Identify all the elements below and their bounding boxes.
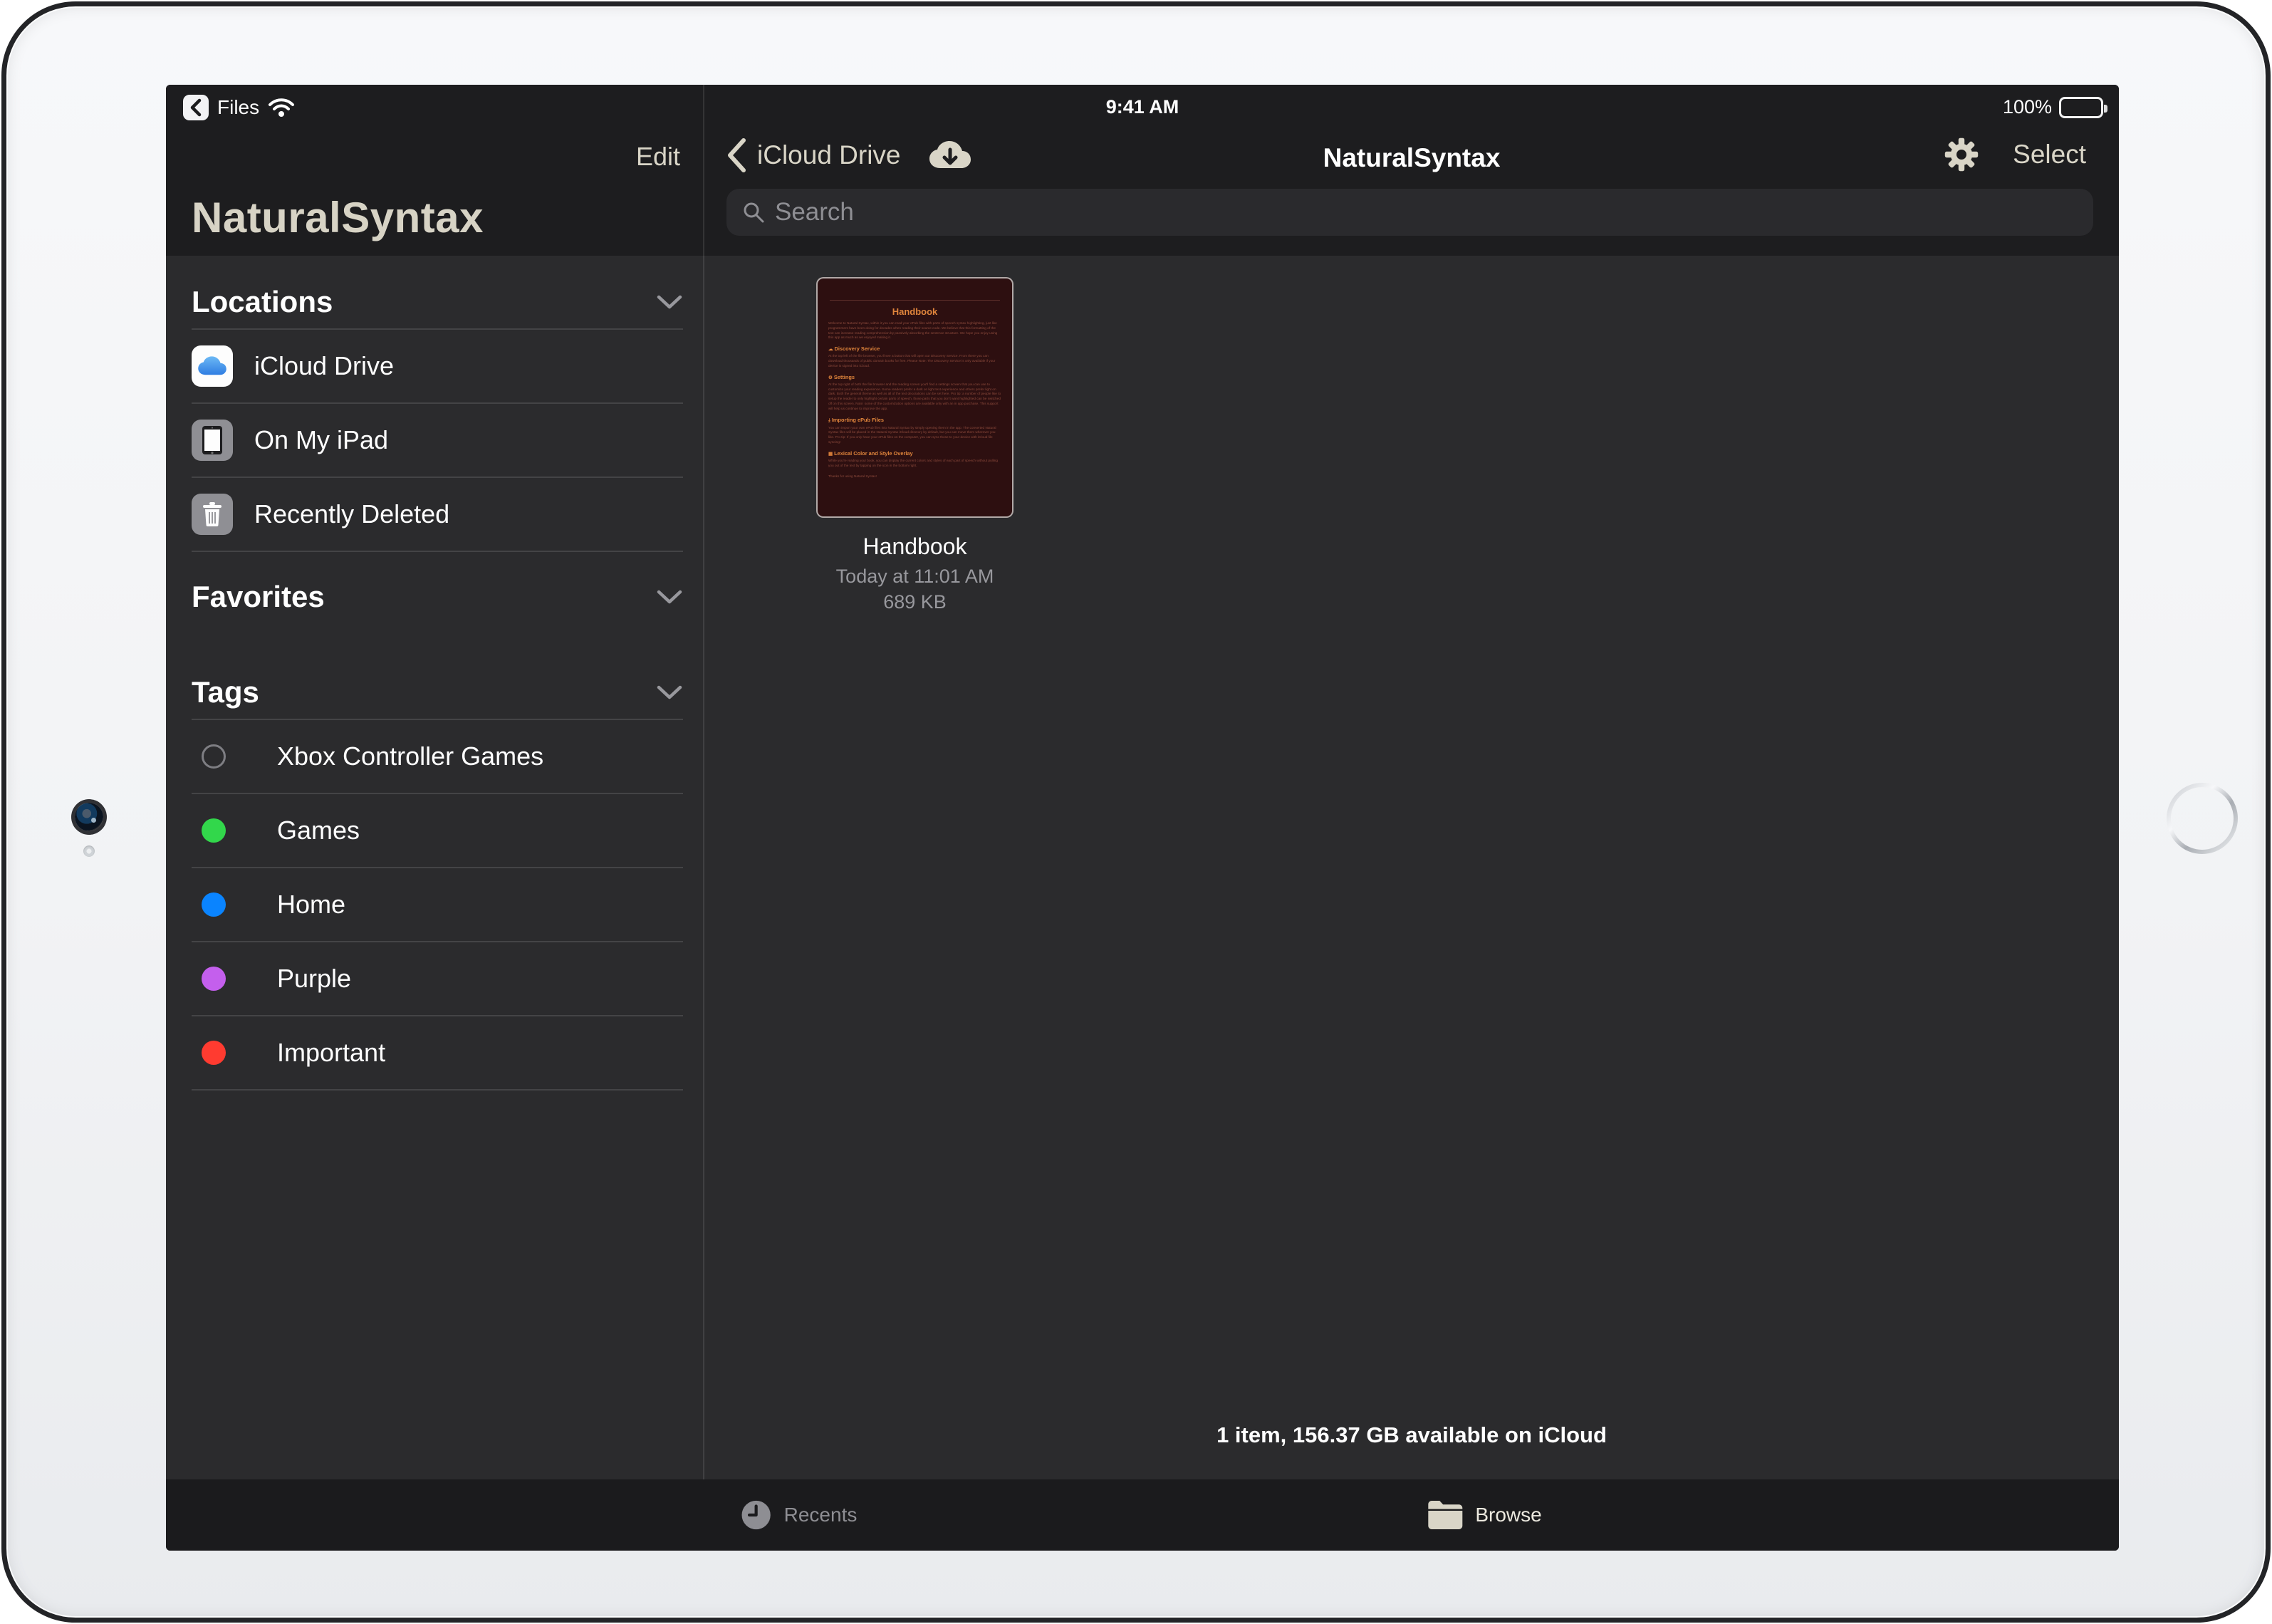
file-name: Handbook [815,533,1015,560]
chevron-down-icon [656,684,683,701]
thumbnail-section-heading: ☁Discovery Service [828,345,1001,352]
tag-circle-icon [202,744,226,769]
sidebar-divider [703,85,704,1479]
sidebar-item-label: iCloud Drive [254,351,394,381]
sidebar-item-recently-deleted[interactable]: Recently Deleted [192,477,683,551]
tags-section-header[interactable]: Tags [192,666,683,719]
tag-item-home[interactable]: Home [192,867,683,941]
sidebar-app-title: NaturalSyntax [192,193,484,242]
search-placeholder: Search [775,198,854,227]
tag-label: Xbox Controller Games [277,741,543,771]
favorites-title: Favorites [192,580,325,614]
search-icon [742,201,765,224]
clock-icon [740,1499,773,1531]
tab-bar: Recents Browse [166,1479,2119,1551]
folder-icon [1427,1499,1464,1531]
front-camera [75,803,103,831]
sidebar-item-on-my-ipad[interactable]: On My iPad [192,402,683,477]
thumbnail-doc-title: Handbook [828,306,1001,317]
overlay-icon: ▦ [828,452,833,457]
tag-circle-icon [202,818,226,843]
tag-circle-icon [202,1041,226,1065]
tag-item-purple[interactable]: Purple [192,941,683,1015]
select-button[interactable]: Select [2013,140,2086,170]
tag-item-games[interactable]: Games [192,793,683,867]
file-browser-content: Handbook Welcome to Natural Syntax, with… [704,256,2119,1479]
tag-label: Purple [277,964,351,994]
chevron-down-icon [656,293,683,311]
chevron-down-icon [656,588,683,605]
file-size: 689 KB [815,591,1015,613]
sidebar: NaturalSyntax Locations [166,85,703,1479]
file-item-handbook[interactable]: Handbook Welcome to Natural Syntax, with… [815,277,1015,613]
thumbnail-doc-intro: Welcome to Natural Syntax, within it you… [828,321,1001,340]
back-button-label: iCloud Drive [757,140,901,170]
search-input[interactable]: Search [726,189,2093,236]
storage-summary: 1 item, 156.37 GB available on iCloud [1216,1422,1607,1448]
locations-section-header[interactable]: Locations [192,276,683,328]
thumbnail-section-heading: ▦Lexical Color and Style Overlay [828,450,1001,457]
tag-item-xbox-controller-games[interactable]: Xbox Controller Games [192,719,683,793]
favorites-section-header[interactable]: Favorites [192,571,683,623]
cloud-download-icon[interactable] [928,140,972,171]
thumbnail-section-heading: ⤓Importing ePub Files [828,417,1001,424]
ipad-icon [192,420,233,461]
tab-browse[interactable]: Browse [1427,1479,1541,1551]
ipad-device-frame: Files 9:41 AM 100% Edit [1,1,2271,1623]
home-button [2166,782,2239,855]
tab-recents-label: Recents [784,1504,858,1526]
settings-gear-icon[interactable] [1944,137,1979,172]
tab-recents[interactable]: Recents [740,1479,858,1551]
icloud-drive-icon [192,345,233,387]
chevron-left-icon [726,137,747,173]
back-button[interactable]: iCloud Drive [726,137,972,173]
file-thumbnail: Handbook Welcome to Natural Syntax, with… [816,277,1013,518]
ipad-screen: Files 9:41 AM 100% Edit [166,85,2119,1551]
tag-circle-icon [202,967,226,991]
battery-percent-label: 100% [2003,96,2052,118]
page-title: NaturalSyntax [1323,143,1501,173]
thumbnail-closing-line: Thanks for using Natural Syntax! [828,474,1001,478]
thumbnail-section-body: At the top right of both the file browse… [828,382,1001,412]
tag-label: Home [277,890,345,920]
thumbnail-section-heading: ⚙Settings [828,374,1001,380]
tags-title: Tags [192,675,259,709]
thumbnail-section-body: At the top left of the file browser, you… [828,354,1001,368]
cloud-icon: ☁ [828,347,833,352]
tab-browse-label: Browse [1475,1504,1541,1526]
sidebar-item-icloud-drive[interactable]: iCloud Drive [192,328,683,402]
sidebar-item-label: On My iPad [254,425,388,455]
thumbnail-section-body: While you're reading your book, you can … [828,459,1001,469]
file-modified-date: Today at 11:01 AM [815,566,1015,588]
sidebar-item-label: Recently Deleted [254,499,449,529]
battery-icon [2059,97,2103,118]
thumbnail-section-body: You can import your own ePub files into … [828,426,1001,445]
locations-title: Locations [192,285,333,319]
status-time: 9:41 AM [1106,96,1179,118]
trash-icon [192,494,233,535]
tag-item-important[interactable]: Important [192,1015,683,1089]
battery-status: 100% [2003,96,2103,118]
ambient-light-sensor [83,845,95,857]
import-icon: ⤓ [828,418,830,423]
gear-icon: ⚙ [828,375,833,380]
tag-circle-icon [202,892,226,917]
tag-label: Important [277,1038,385,1068]
tag-label: Games [277,816,360,845]
